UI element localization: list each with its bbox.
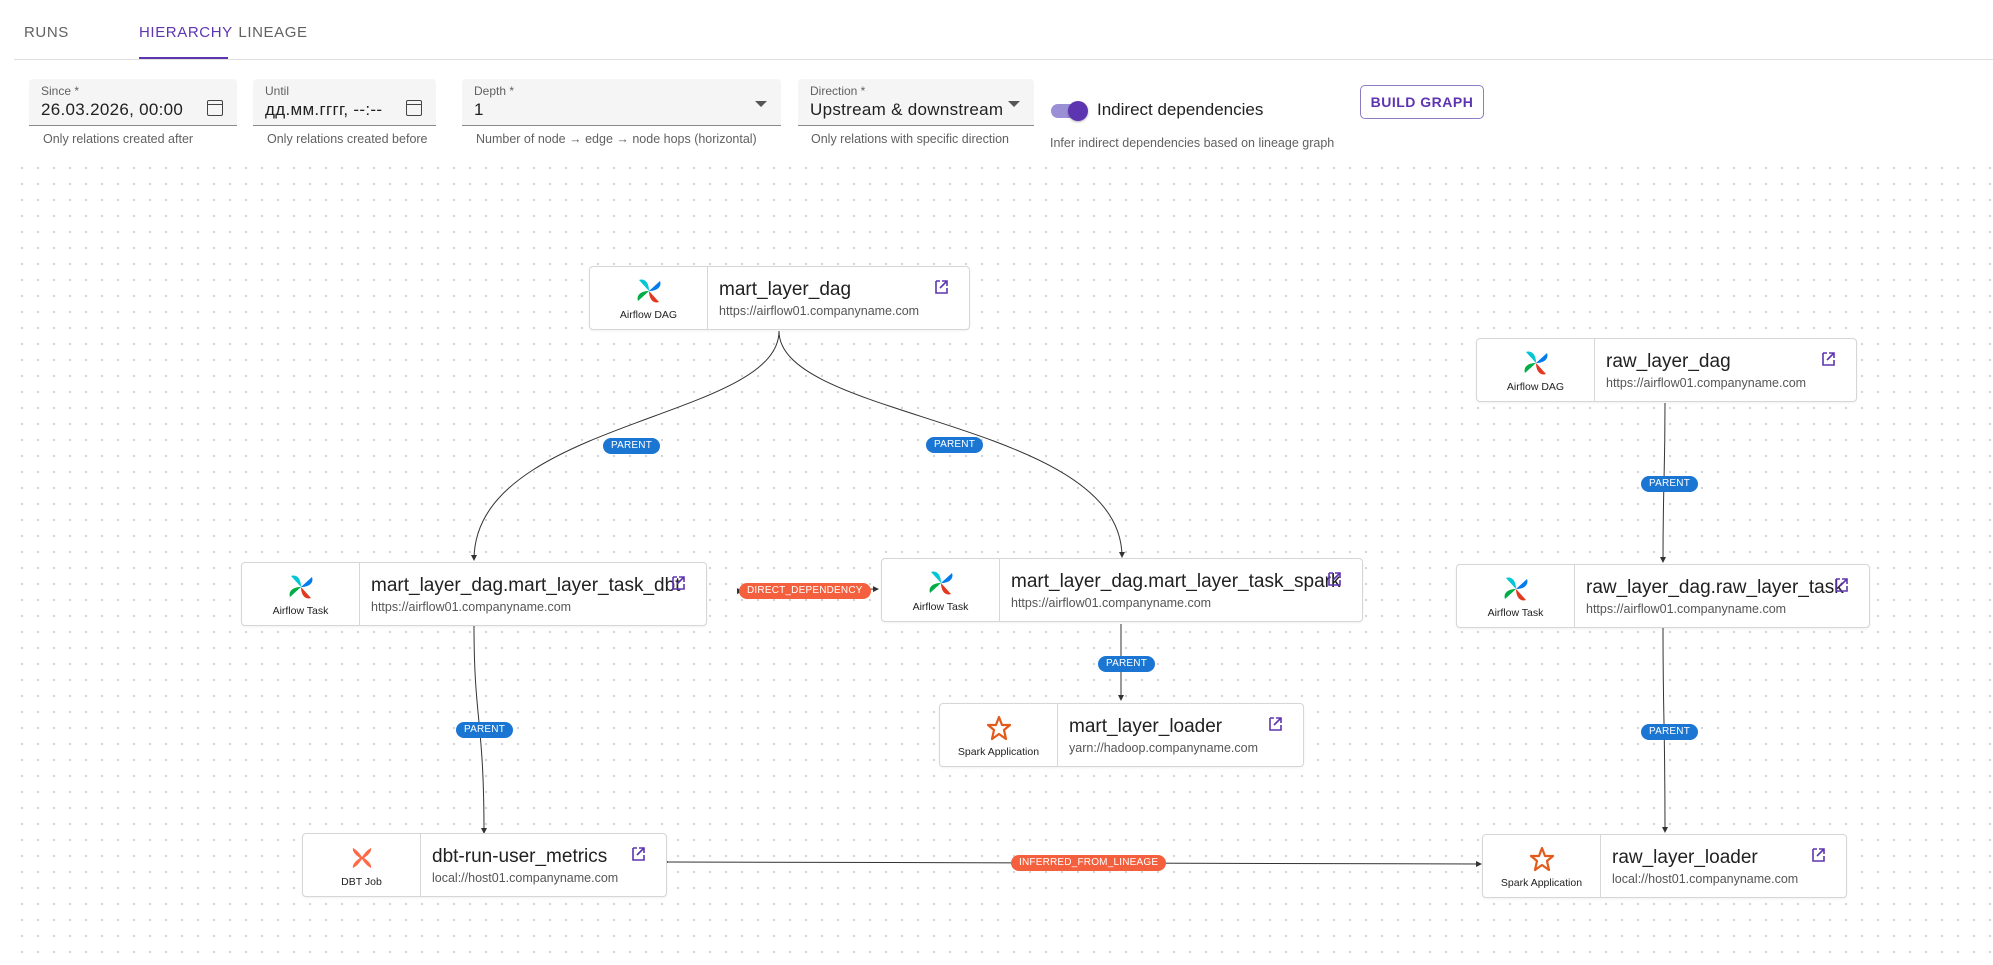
node-type-label: Airflow Task xyxy=(272,605,329,617)
node-name: mart_layer_dag.mart_layer_task_spark xyxy=(1011,571,1341,592)
external-link-icon[interactable] xyxy=(630,846,646,862)
node-type-label: Airflow DAG xyxy=(1506,381,1565,393)
dbt-icon xyxy=(352,848,372,868)
node-type: Airflow DAG xyxy=(1477,339,1595,401)
edge-label-inferred-from-lineage: INFERRED_FROM_LINEAGE xyxy=(1011,855,1167,871)
airflow-icon xyxy=(1504,577,1528,601)
node-url: https://airflow01.companyname.com xyxy=(371,600,572,614)
node-mart-layer-loader[interactable]: Spark Application mart_layer_loader yarn… xyxy=(939,703,1304,767)
external-link-icon[interactable] xyxy=(1833,577,1849,593)
node-type-label: Airflow Task xyxy=(1487,607,1544,619)
edge-label-parent: PARENT xyxy=(926,437,984,453)
node-url: https://airflow01.companyname.com xyxy=(1586,602,1787,616)
edge-label-parent: PARENT xyxy=(1098,656,1156,672)
airflow-icon xyxy=(637,279,661,303)
spark-icon xyxy=(1529,846,1555,872)
node-type-label: Airflow DAG xyxy=(619,309,678,321)
node-name: raw_layer_loader xyxy=(1612,847,1758,868)
node-type: Airflow Task xyxy=(882,559,1000,621)
node-mart-layer-task-dbt[interactable]: Airflow Task mart_layer_dag.mart_layer_t… xyxy=(241,562,707,626)
node-raw-layer-loader[interactable]: Spark Application raw_layer_loader local… xyxy=(1482,834,1847,898)
node-url: local://host01.companyname.com xyxy=(432,871,619,885)
edge-label-parent: PARENT xyxy=(1641,724,1699,740)
airflow-icon xyxy=(1524,351,1548,375)
node-type: Airflow Task xyxy=(1457,565,1575,627)
node-name: raw_layer_dag xyxy=(1606,351,1731,372)
node-dbt-run-user-metrics[interactable]: DBT Job dbt-run-user_metrics local://hos… xyxy=(302,833,667,897)
external-link-icon[interactable] xyxy=(1267,716,1283,732)
node-name: mart_layer_dag.mart_layer_task_dbt xyxy=(371,575,681,596)
edge-label-parent: PARENT xyxy=(456,722,514,738)
node-type: Spark Application xyxy=(940,704,1058,766)
airflow-icon xyxy=(929,571,953,595)
node-type: DBT Job xyxy=(303,834,421,896)
external-link-icon[interactable] xyxy=(1810,847,1826,863)
external-link-icon[interactable] xyxy=(670,575,686,591)
external-link-icon[interactable] xyxy=(1326,571,1342,587)
node-raw-layer-task[interactable]: Airflow Task raw_layer_dag.raw_layer_tas… xyxy=(1456,564,1870,628)
node-url: local://host01.companyname.com xyxy=(1612,872,1799,886)
node-type-label: Spark Application xyxy=(1500,877,1583,889)
node-name: dbt-run-user_metrics xyxy=(432,846,608,867)
external-link-icon[interactable] xyxy=(933,279,949,295)
node-url: https://airflow01.companyname.com xyxy=(719,304,920,318)
node-type-label: Spark Application xyxy=(957,746,1040,758)
node-type: Airflow DAG xyxy=(590,267,708,329)
node-url: yarn://hadoop.companyname.com xyxy=(1069,741,1258,755)
node-type: Spark Application xyxy=(1483,835,1601,897)
node-url: https://airflow01.companyname.com xyxy=(1011,596,1212,610)
node-url: https://airflow01.companyname.com xyxy=(1606,376,1807,390)
edge-label-parent: PARENT xyxy=(1641,476,1699,492)
node-mart-layer-dag[interactable]: Airflow DAG mart_layer_dag https://airfl… xyxy=(589,266,970,330)
airflow-icon xyxy=(289,575,313,599)
spark-icon xyxy=(986,715,1012,741)
node-raw-layer-dag[interactable]: Airflow DAG raw_layer_dag https://airflo… xyxy=(1476,338,1857,402)
external-link-icon[interactable] xyxy=(1820,351,1836,367)
node-name: mart_layer_loader xyxy=(1069,716,1223,737)
node-type-label: Airflow Task xyxy=(912,601,969,613)
node-name: raw_layer_dag.raw_layer_task xyxy=(1586,577,1844,598)
node-type: Airflow Task xyxy=(242,563,360,625)
node-name: mart_layer_dag xyxy=(719,279,852,300)
node-type-label: DBT Job xyxy=(341,876,382,888)
edge-label-direct-dependency: DIRECT_DEPENDENCY xyxy=(739,583,871,599)
node-mart-layer-task-spark[interactable]: Airflow Task mart_layer_dag.mart_layer_t… xyxy=(881,558,1363,622)
edge-label-parent: PARENT xyxy=(603,438,661,454)
